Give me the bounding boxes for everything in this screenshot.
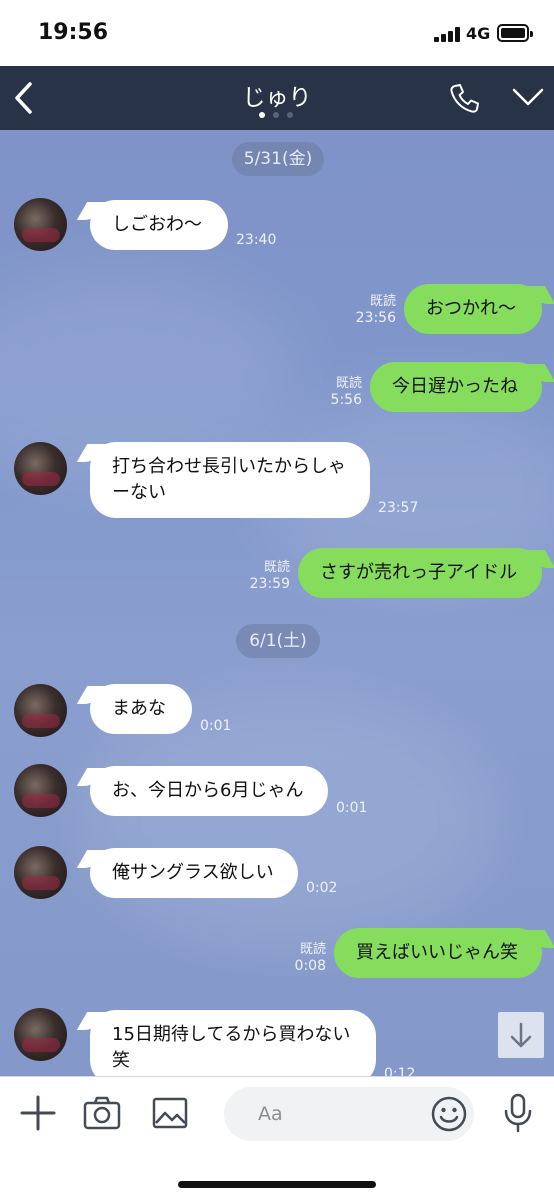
- phone-icon: [450, 84, 479, 113]
- message-time: 0:01: [200, 718, 232, 734]
- avatar[interactable]: [14, 684, 67, 737]
- network-label: 4G: [466, 24, 491, 43]
- message-meta: 既読 23:59: [240, 560, 290, 592]
- message-bubble[interactable]: しごおわ〜: [90, 200, 228, 250]
- microphone-icon: [504, 1093, 532, 1133]
- message-meta: 既読 23:56: [346, 294, 396, 326]
- avatar[interactable]: [14, 764, 67, 817]
- message-text: 打ち合わせ長引いたからしゃーない: [112, 456, 346, 503]
- avatar[interactable]: [14, 1008, 67, 1061]
- message-field[interactable]: [224, 1087, 474, 1141]
- message-meta: 0:12: [384, 1066, 415, 1076]
- message-input[interactable]: [258, 1099, 418, 1129]
- message-meta: 23:40: [236, 232, 276, 248]
- avatar[interactable]: [14, 442, 67, 495]
- message-bubble[interactable]: まあな: [90, 684, 192, 734]
- message-bubble[interactable]: 打ち合わせ長引いたからしゃーない: [90, 442, 370, 518]
- message-meta: 既読 0:08: [276, 942, 326, 974]
- mic-button[interactable]: [502, 1093, 534, 1133]
- camera-button[interactable]: [82, 1093, 122, 1133]
- battery-icon: [497, 24, 533, 42]
- read-receipt: 既読: [263, 560, 290, 575]
- avatar[interactable]: [14, 198, 67, 251]
- message-text: 15日期待してるから買わない笑: [112, 1024, 351, 1071]
- signal-icon: [434, 26, 462, 42]
- message-time: 23:59: [249, 576, 290, 592]
- message-time: 23:56: [355, 310, 396, 326]
- message-meta: 0:02: [306, 880, 337, 896]
- read-receipt: 既読: [369, 294, 396, 309]
- message-text: まあな: [112, 698, 166, 719]
- menu-button[interactable]: [508, 80, 548, 116]
- message-meta: 既読 5:56: [312, 376, 362, 408]
- message-time: 23:57: [378, 500, 419, 516]
- chat-area[interactable]: 5/31(金) しごおわ〜 23:40 既読 23:56 おつかれ〜 既読 5:…: [0, 130, 554, 1076]
- message-bubble[interactable]: お、今日から6月じゃん: [90, 766, 328, 816]
- message-bubble[interactable]: 15日期待してるから買わない笑: [90, 1010, 376, 1076]
- page-dots: [259, 112, 299, 120]
- call-button[interactable]: [447, 80, 483, 116]
- arrow-down-icon: [510, 1022, 532, 1048]
- message-text: 今日遅かったね: [392, 376, 518, 397]
- date-separator: 6/1(土): [236, 624, 320, 658]
- message-meta: 0:01: [200, 718, 231, 734]
- message-bubble[interactable]: 今日遅かったね: [370, 362, 542, 412]
- image-icon: [152, 1097, 188, 1129]
- message-meta: 23:57: [378, 500, 418, 516]
- message-bubble[interactable]: 買えばいいじゃん笑: [334, 928, 542, 978]
- message-text: さすが売れっ子アイドル: [320, 562, 518, 583]
- scroll-down-button[interactable]: [498, 1012, 544, 1058]
- message-text: 俺サングラス欲しい: [112, 862, 274, 883]
- message-time: 0:02: [306, 880, 338, 896]
- message-text: しごおわ〜: [112, 214, 202, 235]
- smiley-icon: [431, 1096, 467, 1132]
- status-bar: 19:56 4G: [0, 0, 554, 66]
- chevron-down-icon: [512, 88, 544, 106]
- message-time: 0:08: [294, 958, 326, 974]
- chat-header: じゅり: [0, 66, 554, 130]
- add-button[interactable]: [18, 1093, 58, 1133]
- message-bubble[interactable]: さすが売れっ子アイドル: [298, 548, 542, 598]
- message-bubble[interactable]: おつかれ〜: [404, 284, 542, 334]
- message-time: 5:56: [330, 392, 362, 408]
- image-button[interactable]: [150, 1093, 190, 1133]
- message-time: 0:12: [384, 1066, 416, 1076]
- plus-icon: [20, 1095, 56, 1131]
- read-receipt: 既読: [299, 942, 326, 957]
- emoji-button[interactable]: [430, 1095, 468, 1133]
- date-separator: 5/31(金): [232, 142, 324, 176]
- home-indicator: [178, 1181, 376, 1188]
- status-time: 19:56: [38, 20, 109, 45]
- avatar[interactable]: [14, 846, 67, 899]
- message-time: 0:01: [336, 800, 368, 816]
- message-meta: 0:01: [336, 800, 367, 816]
- read-receipt: 既読: [335, 376, 362, 391]
- message-text: おつかれ〜: [426, 298, 516, 319]
- message-time: 23:40: [236, 232, 277, 248]
- input-bar: [0, 1076, 554, 1200]
- camera-icon: [83, 1096, 121, 1130]
- message-text: 買えばいいじゃん笑: [356, 942, 518, 963]
- message-text: お、今日から6月じゃん: [112, 780, 304, 801]
- message-bubble[interactable]: 俺サングラス欲しい: [90, 848, 298, 898]
